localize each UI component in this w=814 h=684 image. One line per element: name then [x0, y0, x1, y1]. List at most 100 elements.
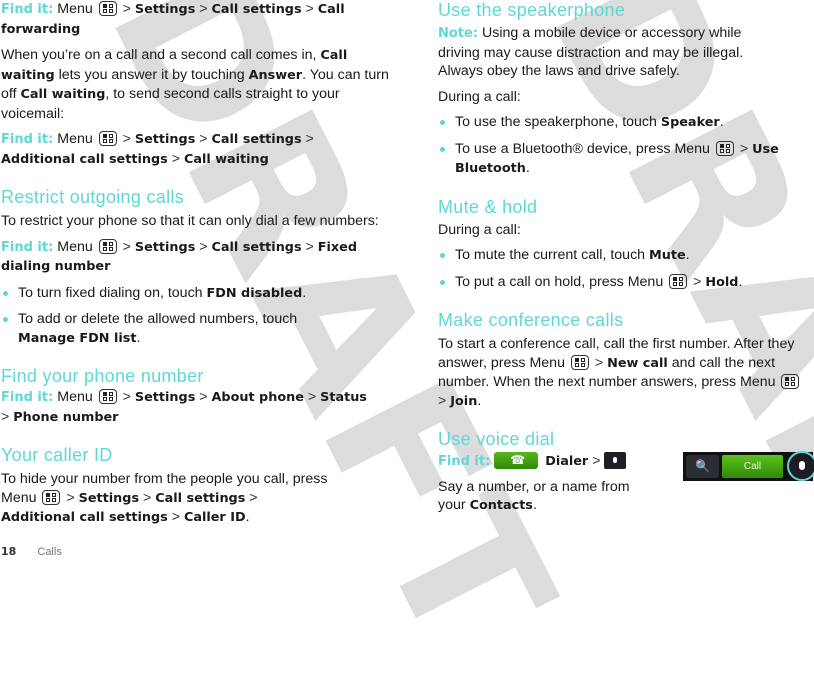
find-it-label: Find it: [1, 239, 54, 255]
text: lets you answer it by touching [58, 66, 245, 83]
text: To put a call on hold, press Menu [455, 273, 664, 290]
path-call-settings: Call settings [211, 239, 302, 255]
find-it-label: Find it: [438, 454, 491, 469]
list-item: To mute the current call, touch Mute. [438, 246, 814, 266]
find-it-call-waiting: Find it: Menu > Settings > Call settings… [1, 130, 391, 169]
bold-term: Mute [649, 248, 686, 263]
separator: > [122, 131, 131, 147]
menu-key-icon [669, 273, 688, 289]
page-number: 18 [1, 545, 17, 558]
separator: > [305, 238, 314, 255]
menu-text: Menu [57, 238, 93, 255]
caller-id-paragraph: To hide your number from the people you … [1, 470, 331, 528]
menu-text: Menu [57, 1, 93, 17]
bold-term: Call waiting [20, 87, 106, 102]
bold-term: Manage FDN list [18, 330, 137, 346]
separator: > [249, 489, 258, 506]
text: To use the speakerphone, touch [455, 114, 657, 130]
restrict-intro: To restrict your phone so that it can on… [1, 213, 379, 229]
heading-restrict-outgoing-calls: Restrict outgoing calls [1, 187, 184, 207]
bold-term: Hold [705, 274, 739, 290]
text: . [738, 273, 743, 290]
text: . [532, 497, 537, 513]
text: . [525, 160, 530, 176]
menu-key-icon [781, 374, 800, 389]
section-name: Calls [37, 546, 62, 558]
heading-use-voice-dial: Use voice dial [438, 429, 555, 449]
separator: > [592, 453, 601, 469]
menu-text: Menu [57, 131, 93, 147]
separator: > [1, 408, 10, 425]
text: . [302, 284, 307, 301]
heading-use-the-speakerphone: Use the speakerphone [438, 0, 626, 20]
bold-term: New call [607, 355, 668, 371]
path-phone-number: Phone number [13, 409, 119, 425]
text: To use a Bluetooth® device, press Menu [455, 140, 710, 157]
path-settings: Settings [134, 132, 196, 147]
menu-key-icon [98, 131, 117, 146]
separator: > [594, 354, 604, 371]
list-item: To use the speakerphone, touch Speaker. [438, 113, 814, 133]
menu-key-icon [98, 1, 117, 16]
text: To mute the current call, touch [455, 247, 646, 263]
heading-your-caller-id: Your caller ID [1, 445, 113, 465]
path-settings: Settings [134, 390, 196, 405]
call-button: Call [722, 455, 783, 478]
conference-paragraph: To start a conference call, call the fir… [438, 335, 808, 411]
separator: > [143, 489, 152, 506]
path-dialer: Dialer [545, 454, 589, 469]
menu-key-icon [98, 389, 117, 404]
separator: > [66, 489, 75, 506]
separator: > [305, 131, 314, 147]
separator: > [199, 238, 208, 255]
heading-make-conference-calls: Make conference calls [438, 310, 624, 330]
find-it-phone-number: Find it: Menu > Settings > About phone >… [1, 388, 391, 427]
find-it-label: Find it: [1, 2, 54, 17]
right-column: Use the speakerphone Note: Using a mobil… [438, 0, 814, 516]
page-footer: 18 Calls [1, 545, 62, 558]
find-it-fixed-dialing: Find it: Menu > Settings > Call settings… [1, 238, 391, 277]
menu-text: Menu [57, 389, 93, 405]
separator: > [171, 509, 180, 525]
separator: > [307, 389, 317, 405]
text: To turn fixed dialing on, touch [18, 284, 203, 301]
path-caller-id: Caller ID [183, 510, 246, 525]
path-call-settings: Call settings [211, 2, 302, 17]
bold-term: FDN disabled [206, 285, 303, 301]
path-settings: Settings [134, 239, 196, 255]
path-additional-call-settings: Additional call settings [1, 510, 168, 525]
bold-term: Join [450, 393, 478, 409]
text: . [477, 392, 482, 409]
voice-dial-key-icon [604, 452, 627, 469]
bold-term: Contacts [469, 498, 533, 513]
separator: > [305, 1, 314, 17]
list-item: To add or delete the allowed numbers, to… [1, 310, 308, 348]
separator: > [122, 238, 131, 255]
voice-dial-instructions: Say a number, or a name from your Contac… [438, 478, 653, 516]
menu-key-icon [98, 238, 117, 254]
text: . [719, 114, 724, 130]
find-it-call-forwarding: Find it: Menu > Settings > Call settings… [1, 0, 391, 39]
separator: > [122, 389, 131, 405]
menu-key-icon [570, 354, 589, 370]
text: To add or delete the allowed numbers, to… [18, 311, 298, 327]
during-a-call: During a call: [438, 88, 521, 105]
separator: > [199, 389, 208, 405]
path-call-waiting: Call waiting [183, 151, 269, 167]
menu-key-icon [42, 489, 61, 505]
path-call-settings: Call settings [155, 490, 246, 506]
bold-term: Answer [248, 67, 303, 83]
left-column: Find it: Menu > Settings > Call settings… [1, 0, 391, 528]
during-a-call: During a call: [438, 221, 521, 238]
separator: > [171, 150, 180, 167]
call-waiting-paragraph: When you’re on a call and a second call … [1, 46, 391, 123]
heading-find-your-phone-number: Find your phone number [1, 366, 204, 386]
menu-key-icon [715, 140, 734, 156]
path-call-settings: Call settings [211, 132, 302, 147]
find-it-label: Find it: [1, 390, 54, 405]
text: When you’re on a call and a second call … [1, 47, 317, 63]
path-additional-call-settings: Additional call settings [1, 151, 168, 167]
separator: > [122, 1, 131, 17]
path-about-phone: About phone [211, 390, 304, 405]
find-it-label: Find it: [1, 132, 54, 147]
